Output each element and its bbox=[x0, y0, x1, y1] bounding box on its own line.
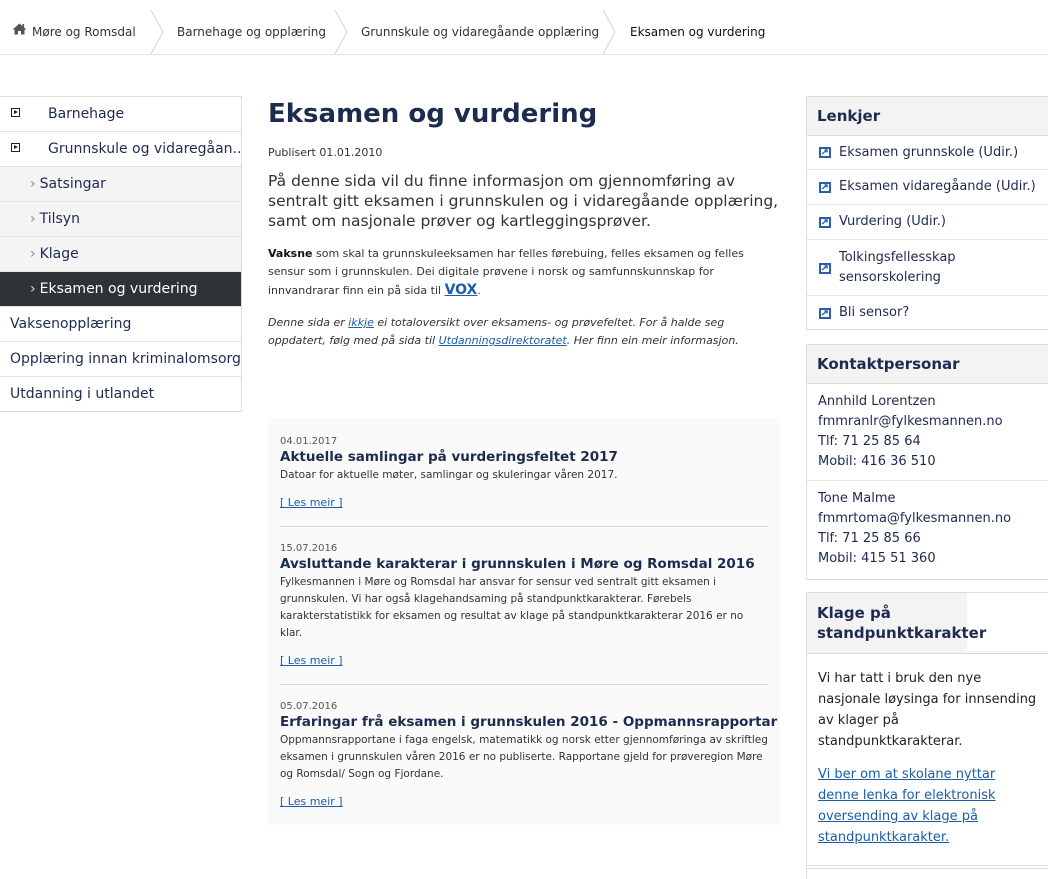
link-label: Vurdering (Udir.) bbox=[839, 214, 947, 229]
chevron-right-icon: › bbox=[30, 176, 36, 192]
main-content: Eksamen og vurdering Publisert 01.01.201… bbox=[268, 96, 782, 350]
list-item: 05.07.2016 Erfaringar frå eksamen i grun… bbox=[280, 685, 777, 825]
sidebar-item-kriminalomsorga[interactable]: Opplæring innan kriminalomsorga bbox=[0, 342, 241, 377]
read-more-link[interactable]: [ Les meir ] bbox=[280, 795, 343, 808]
breadcrumb-current: Eksamen og vurdering bbox=[630, 25, 766, 39]
breadcrumb-separator bbox=[150, 10, 164, 54]
vaksne-paragraph: Vaksne som skal ta grunnskuleeksamen har… bbox=[268, 245, 782, 300]
vox-link[interactable]: VOX bbox=[445, 282, 478, 298]
link-item[interactable]: Eksamen vidaregåande (Udir.) bbox=[807, 170, 1048, 205]
sidebar-item-vaksenopplaering[interactable]: Vaksenopplæring bbox=[0, 307, 241, 342]
contact-email[interactable]: fmmranlr@fylkesmannen.no bbox=[818, 412, 1038, 432]
links-box-title: Lenkjer bbox=[807, 97, 1048, 136]
breadcrumb-item[interactable]: Grunnskule og vidaregåande opplæring bbox=[361, 10, 599, 54]
chevron-right-icon: › bbox=[30, 281, 36, 297]
expand-icon[interactable] bbox=[11, 108, 20, 117]
list-item: 15.07.2016 Avsluttande karakterar i grun… bbox=[280, 527, 768, 684]
sidebar-item-label: Klage bbox=[39, 246, 79, 262]
contact-email[interactable]: fmmrtoma@fylkesmannen.no bbox=[818, 509, 1038, 529]
klage-link[interactable]: Vi ber om at skolane nyttar denne lenka … bbox=[818, 767, 996, 845]
sidebar: Barnehage Grunnskule og vidaregåan... › S… bbox=[0, 96, 242, 412]
expand-icon[interactable] bbox=[11, 143, 20, 152]
news-date: 15.07.2016 bbox=[280, 543, 338, 554]
external-link-icon bbox=[819, 263, 831, 274]
link-item[interactable]: Vurdering (Udir.) bbox=[807, 205, 1048, 240]
breadcrumb-item[interactable]: Barnehage og opplæring bbox=[177, 10, 326, 54]
news-text: Fylkesmannen i Møre og Romsdal har ansva… bbox=[280, 576, 744, 639]
breadcrumb: Møre og Romsdal Barnehage og opplæring G… bbox=[0, 10, 1048, 55]
link-item[interactable]: Tolkingsfellesskap sensorskolering bbox=[807, 240, 1048, 296]
link-label: Eksamen grunnskole (Udir.) bbox=[839, 145, 1019, 160]
link-label: Tolkingsfellesskap sensorskolering bbox=[839, 250, 956, 285]
para-end: . bbox=[477, 284, 481, 297]
read-more-link[interactable]: [ Les meir ] bbox=[280, 496, 343, 509]
news-list: 04.01.2017 Aktuelle samlingar på vurderi… bbox=[268, 418, 780, 825]
news-title[interactable]: Erfaringar frå eksamen i grunnskulen 201… bbox=[280, 714, 777, 730]
chevron-right-icon: › bbox=[30, 246, 36, 262]
contact-phone: Tlf: 71 25 85 66 bbox=[818, 531, 921, 546]
read-more-link[interactable]: [ Les meir ] bbox=[280, 654, 343, 667]
news-text: Datoar for aktuelle møter, samlingar og … bbox=[280, 469, 618, 481]
list-item: 04.01.2017 Aktuelle samlingar på vurderi… bbox=[280, 418, 768, 526]
contact-mobile: Mobil: 415 51 360 bbox=[818, 551, 936, 566]
contacts-box-title: Kontaktpersonar bbox=[807, 345, 1048, 384]
news-title[interactable]: Avsluttande karakterar i grunnskulen i M… bbox=[280, 556, 768, 572]
link-item[interactable]: Bli sensor? bbox=[807, 296, 1048, 330]
published-date: Publisert 01.01.2010 bbox=[268, 146, 383, 159]
para-bold: Vaksne bbox=[268, 247, 313, 260]
sidebar-item-label: Tilsyn bbox=[39, 211, 80, 227]
contact-phone: Tlf: 71 25 85 64 bbox=[818, 434, 921, 449]
sidebar-item-utlandet[interactable]: Utdanning i utlandet bbox=[0, 377, 241, 411]
news-date: 05.07.2016 bbox=[280, 701, 338, 712]
sidebar-item-eksamen[interactable]: › Eksamen og vurdering bbox=[0, 272, 241, 307]
para-text: . Her finn ein meir informasjon. bbox=[566, 334, 739, 347]
next-box bbox=[806, 868, 1048, 879]
sidebar-item-tilsyn[interactable]: › Tilsyn bbox=[0, 202, 241, 237]
sidebar-item-label: Grunnskule og vidaregåan... bbox=[48, 141, 241, 157]
breadcrumb-separator bbox=[334, 10, 348, 54]
news-date: 04.01.2017 bbox=[280, 436, 338, 447]
chevron-right-icon: › bbox=[30, 211, 36, 227]
link-label: Bli sensor? bbox=[839, 305, 910, 320]
klage-box: Klage på standpunktkarakter Vi har tatt … bbox=[806, 592, 1048, 866]
contact-name: Tone Malme bbox=[818, 491, 896, 506]
external-link-icon bbox=[819, 308, 831, 319]
link-label: Eksamen vidaregåande (Udir.) bbox=[839, 179, 1036, 194]
sidebar-item-grunnskule[interactable]: Grunnskule og vidaregåan... bbox=[0, 132, 241, 167]
overview-paragraph: Denne sida er ikkje ei totaloversikt ove… bbox=[268, 314, 782, 350]
klage-text: Vi har tatt i bruk den nye nasjonale løy… bbox=[818, 671, 1037, 749]
udir-link[interactable]: Utdanningsdirektoratet bbox=[439, 334, 567, 347]
news-text: Oppmannsrapportane i faga engelsk, matem… bbox=[280, 734, 768, 780]
external-link-icon bbox=[819, 147, 831, 158]
external-link-icon bbox=[819, 182, 831, 193]
page-title: Eksamen og vurdering bbox=[268, 99, 598, 129]
external-link-icon bbox=[819, 217, 831, 228]
breadcrumb-label: Møre og Romsdal bbox=[32, 25, 136, 39]
contact-name: Annhild Lorentzen bbox=[818, 394, 936, 409]
contact-person: Annhild Lorentzen fmmranlr@fylkesmannen.… bbox=[807, 384, 1048, 480]
home-icon bbox=[12, 9, 27, 53]
news-title[interactable]: Aktuelle samlingar på vurderingsfeltet 2… bbox=[280, 449, 768, 465]
contact-mobile: Mobil: 416 36 510 bbox=[818, 454, 936, 469]
breadcrumb-separator bbox=[602, 10, 616, 54]
breadcrumb-home[interactable]: Møre og Romsdal bbox=[12, 10, 136, 54]
contact-person: Tone Malme fmmrtoma@fylkesmannen.no Tlf:… bbox=[807, 480, 1048, 577]
ikkje-link[interactable]: ikkje bbox=[348, 316, 374, 329]
links-box: Lenkjer Eksamen grunnskole (Udir.) Eksam… bbox=[806, 96, 1048, 330]
ingress: På denne sida vil du finne informasjon o… bbox=[268, 172, 779, 230]
klage-link-wrap: Vi ber om at skolane nyttar denne lenka … bbox=[807, 752, 1048, 848]
sidebar-item-label: Satsingar bbox=[39, 176, 106, 192]
sidebar-item-satsingar[interactable]: › Satsingar bbox=[0, 167, 241, 202]
sidebar-item-klage[interactable]: › Klage bbox=[0, 237, 241, 272]
link-item[interactable]: Eksamen grunnskole (Udir.) bbox=[807, 136, 1048, 170]
para-text: Denne sida er bbox=[268, 316, 349, 329]
contacts-box: Kontaktpersonar Annhild Lorentzen fmmran… bbox=[806, 344, 1048, 580]
para-text: som skal ta grunnskuleeksamen har felles… bbox=[268, 247, 744, 297]
sidebar-item-barnehage[interactable]: Barnehage bbox=[0, 97, 241, 132]
klage-box-title: Klage på standpunktkarakter bbox=[807, 593, 986, 651]
sidebar-item-label: Eksamen og vurdering bbox=[39, 281, 198, 297]
sidebar-item-label: Barnehage bbox=[48, 106, 125, 122]
